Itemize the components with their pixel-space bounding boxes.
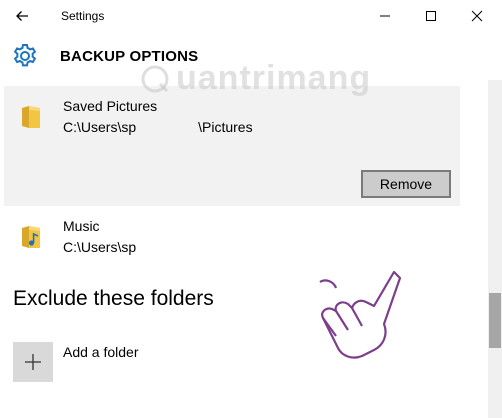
folder-item-music[interactable]: Music C:\Users\sp (4, 210, 460, 266)
music-folder-icon (22, 226, 40, 248)
title-bar: Settings (0, 0, 502, 32)
folder-path: C:\Users\sp \Pictures (63, 119, 253, 135)
back-button[interactable] (8, 4, 36, 28)
minimize-icon (380, 15, 390, 17)
folder-path-prefix: C:\Users\sp (63, 119, 137, 135)
close-icon (471, 10, 483, 22)
close-button[interactable] (454, 0, 500, 32)
folder-path: C:\Users\sp (63, 239, 137, 255)
folder-name: Music (63, 218, 100, 234)
exclude-heading: Exclude these folders (13, 287, 214, 310)
folder-list: Saved Pictures C:\Users\sp \Pictures Remo… (0, 80, 488, 418)
folder-icon (22, 106, 40, 128)
back-arrow-icon (16, 11, 28, 21)
folder-name: Saved Pictures (63, 98, 158, 114)
gear-icon (13, 44, 37, 67)
folder-item-saved-pictures[interactable]: Saved Pictures C:\Users\sp \Pictures Remo… (4, 86, 460, 206)
maximize-button[interactable] (408, 0, 454, 32)
minimize-button[interactable] (362, 0, 408, 32)
maximize-icon (426, 11, 436, 21)
scrollbar[interactable] (488, 80, 502, 418)
pointing-hand-icon (319, 270, 402, 359)
window-title: Settings (61, 9, 105, 23)
scrollbar-thumb[interactable] (489, 293, 501, 348)
folder-path-suffix: \Pictures (198, 119, 253, 135)
page-header: BACKUP OPTIONS (0, 32, 502, 80)
page-title: BACKUP OPTIONS (60, 48, 199, 65)
remove-button[interactable]: Remove (361, 170, 451, 198)
add-folder-button[interactable] (13, 342, 53, 382)
add-folder-label[interactable]: Add a folder (63, 344, 139, 360)
plus-icon (25, 354, 41, 370)
